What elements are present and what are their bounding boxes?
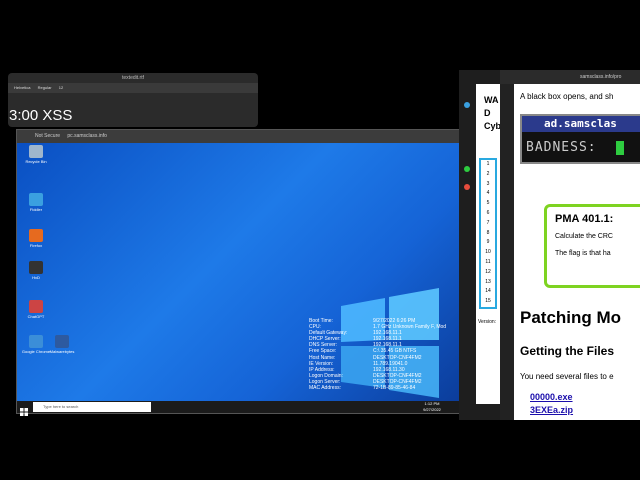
video-overlay-label: 3:00 XSS xyxy=(9,107,73,124)
desktop-icon[interactable]: HxD xyxy=(21,261,51,280)
file-link-1[interactable]: 00000.exe xyxy=(530,392,573,402)
bginfo-row: MAC Address: 72-1B-89-85-46-84 xyxy=(309,385,459,391)
windows-desktop: Recycle Bin Fiddler Firefox HxD ChatGPT Malwa… xyxy=(17,143,462,401)
app-icon xyxy=(29,193,43,206)
pma-title: PMA 401.1: xyxy=(555,213,614,225)
challenge-number[interactable]: 12 xyxy=(481,268,495,278)
url-bar[interactable]: samsclass.info/pro xyxy=(500,70,640,84)
pma-text-1: Calculate the CRC xyxy=(555,233,613,240)
samsclass-browser-window: samsclass.info/pro A black box opens, an… xyxy=(500,70,640,420)
app-icon xyxy=(29,261,43,274)
browser-sidebar xyxy=(500,84,514,420)
version-label: Version: xyxy=(478,319,497,325)
pma-text-2: The flag is that ha xyxy=(555,250,611,257)
clock-date: 9/27/2022 xyxy=(423,407,441,412)
bginfo-panel: Boot Time: 9/27/2022 6:26 PM CPU: 1.7 GHz U… xyxy=(309,318,459,391)
badness-cursor xyxy=(616,141,624,155)
file-link-2[interactable]: 3EXEa.zip xyxy=(530,405,573,415)
app-icon[interactable] xyxy=(464,101,470,108)
pma-challenge-box: PMA 401.1: Calculate the CRC The flag is… xyxy=(544,204,640,288)
desktop-icon-label: HxD xyxy=(32,275,40,280)
desktop-icon[interactable]: ChatGPT xyxy=(21,300,51,319)
challenge-number[interactable]: 15 xyxy=(481,297,495,307)
app-icon xyxy=(29,229,43,242)
desktop-icon[interactable]: Fiddler xyxy=(21,193,51,212)
desktop-icon-label: Recycle Bin xyxy=(25,159,47,164)
app-icon xyxy=(29,145,43,158)
scoreboard-sidebar xyxy=(462,96,472,190)
challenge-number[interactable]: 6 xyxy=(481,209,495,219)
challenge-number[interactable]: 11 xyxy=(481,258,495,268)
badness-box: ad.samsclas BADNESS: xyxy=(520,114,640,164)
challenge-number[interactable]: 10 xyxy=(481,248,495,258)
address-bar[interactable]: Not Secure pc.samsclass.info xyxy=(17,130,462,143)
files-paragraph: You need several files to e xyxy=(520,372,614,381)
record-icon[interactable] xyxy=(464,184,470,190)
challenge-number[interactable]: 9 xyxy=(481,238,495,248)
desktop-icon[interactable]: Recycle Bin xyxy=(21,145,51,164)
desktop-icon-label: ChatGPT xyxy=(27,314,45,319)
desktop-icon-label: Malwarebytes xyxy=(49,349,75,354)
intro-text: A black box opens, and sh xyxy=(520,92,614,101)
challenge-number[interactable]: 1 xyxy=(481,160,495,170)
desktop-icon-label: Firefox xyxy=(29,243,43,248)
desktop-icon-label: Google Chrome xyxy=(21,349,51,354)
desktop-icon[interactable]: Firefox xyxy=(21,229,51,248)
challenge-number[interactable]: 7 xyxy=(481,219,495,229)
textedit-toolbar: Helvetica Regular 12 xyxy=(8,83,258,93)
challenge-number[interactable]: 4 xyxy=(481,189,495,199)
bginfo-value: 72-1B-89-85-46-84 xyxy=(373,385,416,392)
challenge-number[interactable]: 14 xyxy=(481,287,495,297)
url-text[interactable]: pc.samsclass.info xyxy=(67,133,106,139)
start-button[interactable] xyxy=(20,403,28,416)
challenge-number-list[interactable]: 1 2 3 4 5 6 7 8 9 10 11 12 13 14 15 xyxy=(479,158,497,309)
size-select[interactable]: 12 xyxy=(59,85,63,90)
heading-patching: Patching Mo xyxy=(520,308,622,327)
not-secure-label: Not Secure xyxy=(35,133,61,139)
url-text[interactable]: samsclass.info/pro xyxy=(580,74,621,80)
status-icon[interactable] xyxy=(464,166,470,172)
challenge-number[interactable]: 3 xyxy=(481,180,495,190)
heading-getting-files: Getting the Files xyxy=(520,344,615,358)
page-content: A black box opens, and sh ad.samsclas BA… xyxy=(514,84,640,420)
desktop-icon[interactable]: Google Chrome xyxy=(21,335,51,354)
desktop-icon-label: Fiddler xyxy=(29,207,43,212)
challenge-number[interactable]: 8 xyxy=(481,229,495,239)
challenge-number[interactable]: 13 xyxy=(481,278,495,288)
windows-start-icon xyxy=(20,408,28,416)
app-icon xyxy=(55,335,69,348)
ad-title: ad.samsclas xyxy=(522,116,640,132)
challenge-number[interactable]: 2 xyxy=(481,170,495,180)
rdp-browser-window: Not Secure pc.samsclass.info Recycle Bin… xyxy=(16,129,463,416)
textedit-title: textedit.rtf xyxy=(122,75,144,81)
style-select[interactable]: Regular xyxy=(38,85,52,90)
app-icon xyxy=(29,335,43,348)
taskbar: Type here to search 1:12 PM 9/27/2022 xyxy=(17,401,462,416)
taskbar-clock[interactable]: 1:12 PM 9/27/2022 xyxy=(417,401,447,413)
challenge-number[interactable]: 5 xyxy=(481,199,495,209)
taskbar-search[interactable]: Type here to search xyxy=(33,402,151,412)
font-select[interactable]: Helvetica xyxy=(14,85,30,90)
app-icon xyxy=(29,300,43,313)
badness-label: BADNESS: xyxy=(526,140,597,155)
desktop-icon[interactable]: Malwarebytes xyxy=(47,335,77,354)
bginfo-key: MAC Address: xyxy=(309,385,341,392)
